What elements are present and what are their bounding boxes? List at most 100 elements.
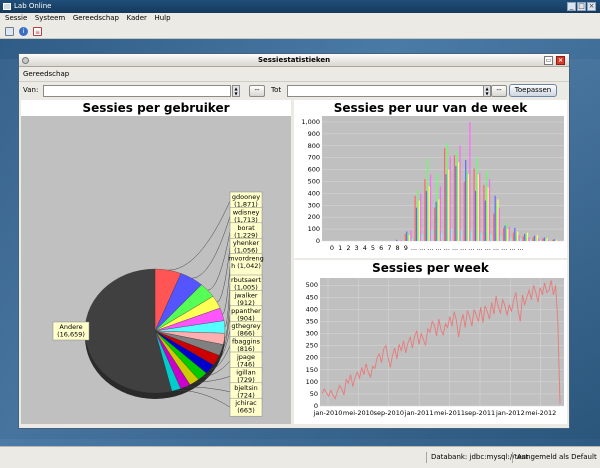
bar-x-tick: ... <box>476 244 482 252</box>
minimize-button[interactable]: _ <box>567 2 576 11</box>
bar <box>407 232 409 241</box>
pie-label: gdooney (1,871) <box>232 193 260 209</box>
bar-y-tick: 400 <box>308 189 320 197</box>
line-x-tick: jan-2012 <box>495 409 525 417</box>
info-icon[interactable]: i <box>19 27 28 36</box>
bar-y-tick: 900 <box>308 130 320 138</box>
bar <box>472 235 474 241</box>
window-title-bar[interactable]: Sessiestatistieken ▭ × <box>19 54 569 67</box>
bar <box>458 162 460 241</box>
bar <box>420 193 422 241</box>
bar <box>507 229 509 241</box>
to-clear-button[interactable]: -- <box>491 85 507 97</box>
bar <box>494 195 496 241</box>
bar <box>438 199 440 241</box>
bar <box>546 238 548 241</box>
bar <box>445 174 447 241</box>
pie-label: rbutsaert (1,005) <box>231 276 262 292</box>
bar <box>413 239 415 241</box>
bar <box>466 170 468 241</box>
bar <box>549 240 551 241</box>
close-button[interactable]: × <box>587 2 596 11</box>
pie-label: wdisney (1,713) <box>233 208 260 224</box>
from-date-input[interactable] <box>43 85 231 97</box>
bar <box>414 195 416 241</box>
menu-kader[interactable]: Kader <box>127 14 147 22</box>
window-close-button[interactable]: × <box>556 56 565 65</box>
window-minimize-button[interactable]: ▭ <box>544 56 553 65</box>
bar <box>556 239 558 241</box>
to-date-input[interactable] <box>287 85 485 97</box>
bar <box>465 160 467 241</box>
bar <box>456 150 458 241</box>
line-y-tick: 100 <box>306 378 318 386</box>
apply-button[interactable]: Toepassen <box>509 84 557 97</box>
bar <box>463 181 465 241</box>
bar <box>505 223 508 241</box>
window-icon <box>22 57 29 64</box>
pie-label: mvordreng h (1,042) <box>228 255 264 271</box>
bar <box>459 145 461 241</box>
bar <box>404 233 406 241</box>
status-bar: Databank: jdbc:mysql://test Aangemeld al… <box>0 446 600 468</box>
pie-label: bjeltsin (724) <box>234 384 258 400</box>
pie-label: igillan (729) <box>236 368 255 384</box>
bar <box>396 239 398 241</box>
to-spinner[interactable]: ▲ ▼ <box>483 85 491 97</box>
window-menubar: Gereedschap <box>19 68 569 80</box>
document-icon[interactable]: ≡ <box>33 27 42 36</box>
pie-leader-line <box>168 200 231 271</box>
bar <box>470 231 472 241</box>
date-filter-bar: Van: ▲ ▼ -- Tot ▲ ▼ -- Toepassen <box>19 81 569 97</box>
bar-x-tick: ... <box>460 244 466 252</box>
bar <box>400 240 402 241</box>
stats-window: Sessiestatistieken ▭ × Gereedschap Van: … <box>18 53 570 429</box>
home-icon[interactable] <box>5 27 14 36</box>
app-title: Lab Online <box>14 2 52 10</box>
pie-label: yhenker (1,056) <box>233 239 260 255</box>
bar <box>542 238 544 241</box>
menu-sessie[interactable]: Sessie <box>5 14 27 22</box>
from-clear-button[interactable]: -- <box>249 85 265 97</box>
bar <box>533 235 536 241</box>
bar <box>488 179 491 241</box>
bar <box>514 227 516 241</box>
bar <box>522 236 524 241</box>
bar <box>439 186 441 241</box>
line-y-tick: 400 <box>306 305 318 313</box>
bar <box>552 239 554 241</box>
bar <box>455 166 457 241</box>
pie-label: Andere (16,659) <box>57 323 85 339</box>
bar-x-tick: 7 <box>387 244 391 252</box>
bar <box>417 189 419 241</box>
bar <box>446 143 449 241</box>
bar <box>473 168 475 241</box>
line-y-tick: 450 <box>306 293 318 301</box>
line-y-tick: 300 <box>306 330 318 338</box>
bar <box>452 232 454 241</box>
bar <box>434 207 436 241</box>
bar <box>411 238 413 241</box>
bar <box>431 230 433 241</box>
bar <box>449 156 451 241</box>
line-x-tick: sep-2011 <box>465 409 495 417</box>
bar <box>418 200 420 241</box>
menu-systeem[interactable]: Systeem <box>35 14 65 22</box>
line-x-tick: mei-2012 <box>525 409 556 417</box>
menu-gereedschap[interactable]: Gereedschap <box>73 14 119 22</box>
menu-tools[interactable]: Gereedschap <box>23 70 69 78</box>
bar <box>510 237 512 241</box>
pie-label: borat (1,229) <box>234 224 258 240</box>
bar-x-tick: ... <box>501 244 507 252</box>
bar <box>484 200 486 241</box>
menu-hulp[interactable]: Hulp <box>154 14 170 22</box>
pie-label: jchirac (663) <box>234 399 257 415</box>
to-label: Tot <box>271 86 282 94</box>
bar <box>442 235 444 241</box>
bar-y-tick: 700 <box>308 154 320 162</box>
bar <box>436 174 439 241</box>
maximize-button[interactable]: □ <box>577 2 586 11</box>
from-spinner[interactable]: ▲ ▼ <box>232 85 240 97</box>
bar <box>429 174 432 241</box>
pie-label: jpage (746) <box>236 353 255 369</box>
